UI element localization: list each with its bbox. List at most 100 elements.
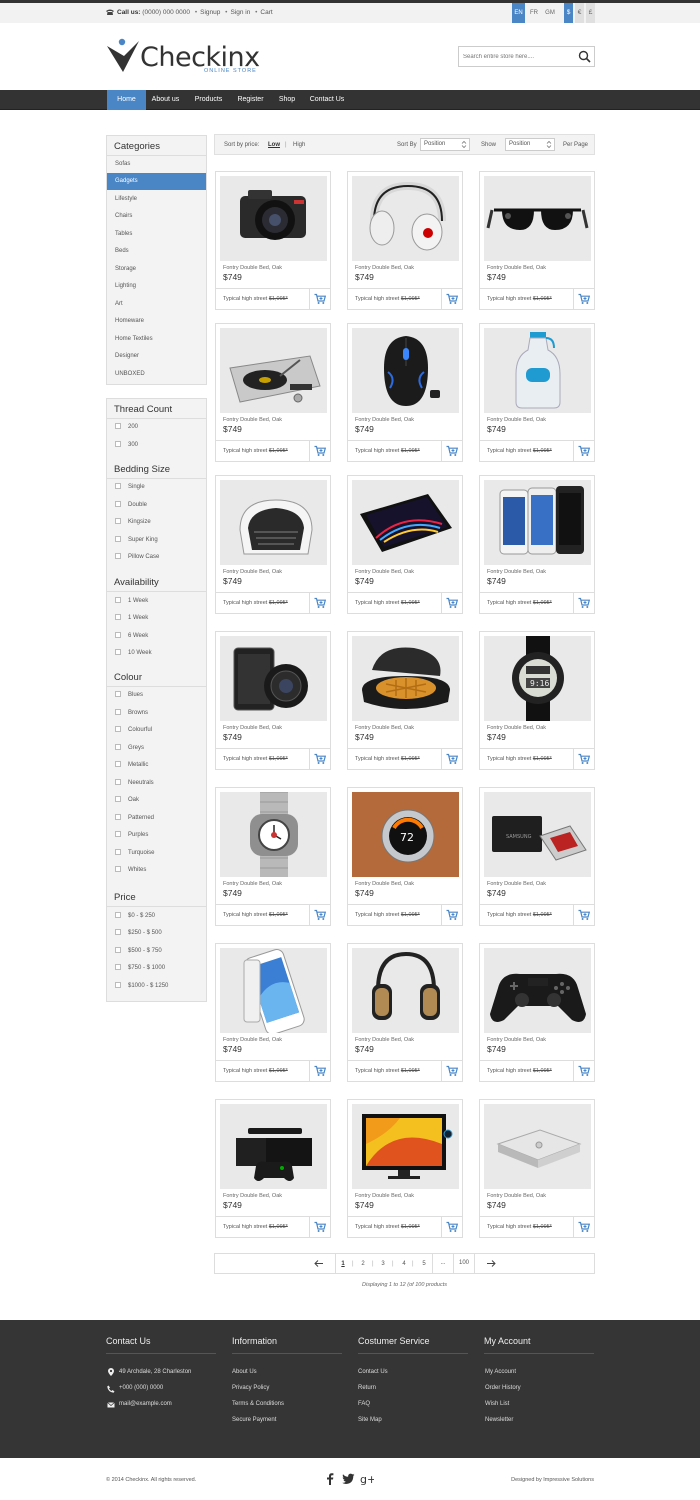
category-chairs[interactable]: Chairs [107, 208, 206, 225]
footer-link-secure-payment[interactable]: Secure Payment [232, 1417, 276, 1423]
checkbox[interactable] [115, 866, 121, 872]
checkbox[interactable] [115, 831, 121, 837]
add-to-cart-button[interactable] [441, 1061, 462, 1081]
product-card[interactable]: Fontry Double Bed, Oak $749 Typical high s… [215, 631, 331, 770]
category-sofas[interactable]: Sofas [107, 156, 206, 173]
checkbox[interactable] [115, 912, 121, 918]
checkbox[interactable] [115, 947, 121, 953]
checkbox[interactable] [115, 709, 121, 715]
product-name[interactable]: Fontry Double Bed, Oak [355, 417, 414, 423]
filter-bedding-kingsize[interactable]: Kingsize [115, 517, 151, 527]
footer-link-order-history[interactable]: Order History [485, 1385, 521, 1391]
nav-products[interactable]: Products [191, 90, 226, 110]
signup-link[interactable]: Signup [200, 9, 220, 16]
footer-link-privacy[interactable]: Privacy Policy [232, 1385, 269, 1391]
filter-bedding-pillow-case[interactable]: Pillow Case [115, 552, 159, 562]
checkbox[interactable] [115, 726, 121, 732]
product-image[interactable] [484, 480, 591, 565]
category-storage[interactable]: Storage [107, 261, 206, 278]
product-name[interactable]: Fontry Double Bed, Oak [223, 569, 282, 575]
add-to-cart-button[interactable] [441, 289, 462, 309]
product-image[interactable] [352, 480, 459, 565]
product-image[interactable]: 9:16 [484, 636, 591, 721]
page-4[interactable]: 4 [400, 1261, 408, 1267]
sort-select[interactable]: Position [420, 138, 470, 151]
filter-availability-3[interactable]: 6 Week [115, 631, 148, 641]
nav-home[interactable]: Home [107, 90, 146, 110]
product-card[interactable]: Fontry Double Bed, Oak $749 Typical high s… [215, 171, 331, 310]
category-lifestyle[interactable]: Lifestyle [107, 191, 206, 208]
filter-availability-1[interactable]: 1 Week [115, 596, 148, 606]
add-to-cart-button[interactable] [573, 593, 594, 613]
product-name[interactable]: Fontry Double Bed, Oak [355, 881, 414, 887]
product-name[interactable]: Fontry Double Bed, Oak [223, 881, 282, 887]
product-image[interactable] [352, 636, 459, 721]
product-image[interactable] [220, 328, 327, 413]
currency-usd[interactable]: $ [564, 3, 573, 23]
product-image[interactable] [484, 176, 591, 261]
checkbox[interactable] [115, 691, 121, 697]
product-image[interactable]: SAMSUNG [484, 792, 591, 877]
product-image[interactable] [352, 176, 459, 261]
cart-link[interactable]: Cart [260, 9, 272, 16]
filter-bedding-single[interactable]: Single [115, 482, 145, 492]
filter-colour-colourful[interactable]: Colourful [115, 725, 152, 735]
sort-low-link[interactable]: Low [268, 142, 280, 148]
product-name[interactable]: Fontry Double Bed, Oak [355, 1193, 414, 1199]
arrow-right-icon[interactable] [486, 1259, 496, 1268]
category-beds[interactable]: Beds [107, 243, 206, 260]
filter-availability-4[interactable]: 10 Week [115, 648, 152, 658]
footer-link-sitemap[interactable]: Site Map [358, 1417, 382, 1423]
product-card[interactable]: Fontry Double Bed, Oak $749 Typical high s… [347, 323, 463, 462]
page-1[interactable]: 1 [339, 1261, 347, 1267]
add-to-cart-button[interactable] [309, 1217, 330, 1237]
product-card[interactable]: Fontry Double Bed, Oak $749 Typical high s… [479, 323, 595, 462]
category-gadgets[interactable]: Gadgets [107, 173, 206, 190]
product-name[interactable]: Fontry Double Bed, Oak [223, 265, 282, 271]
product-card[interactable]: 9:16 Fontry Double Bed, Oak $749 Typical hi… [479, 631, 595, 770]
show-select[interactable]: Position [505, 138, 555, 151]
add-to-cart-button[interactable] [309, 905, 330, 925]
add-to-cart-button[interactable] [441, 1217, 462, 1237]
product-image[interactable]: 72 [352, 792, 459, 877]
category-homeware[interactable]: Homeware [107, 313, 206, 330]
category-art[interactable]: Art [107, 296, 206, 313]
product-image[interactable] [484, 948, 591, 1033]
checkbox[interactable] [115, 597, 121, 603]
product-name[interactable]: Fontry Double Bed, Oak [487, 1193, 546, 1199]
page-3[interactable]: 3 [379, 1261, 387, 1267]
filter-price-5[interactable]: $1000 - $ 1250 [115, 981, 168, 991]
nav-shop[interactable]: Shop [275, 90, 299, 110]
filter-price-2[interactable]: $250 - $ 500 [115, 928, 162, 938]
add-to-cart-button[interactable] [309, 441, 330, 461]
product-image[interactable] [220, 480, 327, 565]
product-card[interactable]: Fontry Double Bed, Oak $749 Typical high s… [215, 323, 331, 462]
category-tables[interactable]: Tables [107, 226, 206, 243]
product-name[interactable]: Fontry Double Bed, Oak [223, 417, 282, 423]
checkbox[interactable] [115, 483, 121, 489]
currency-gbp[interactable]: £ [586, 3, 595, 23]
filter-colour-blues[interactable]: Blues [115, 690, 143, 700]
product-card[interactable]: Fontry Double Bed, Oak $749 Typical high s… [215, 787, 331, 926]
signin-link[interactable]: Sign in [230, 9, 250, 16]
product-image[interactable] [220, 792, 327, 877]
arrow-left-icon[interactable] [314, 1259, 324, 1268]
checkbox[interactable] [115, 982, 121, 988]
filter-bedding-super-king[interactable]: Super King [115, 535, 158, 545]
filter-colour-neutrals[interactable]: Neeutrals [115, 778, 154, 788]
add-to-cart-button[interactable] [441, 441, 462, 461]
product-name[interactable]: Fontry Double Bed, Oak [487, 569, 546, 575]
footer-email[interactable]: mail@example.com [119, 1401, 172, 1407]
product-image[interactable] [220, 1104, 327, 1189]
product-name[interactable]: Fontry Double Bed, Oak [355, 569, 414, 575]
logo[interactable]: Checkinx ONLINE STORE [107, 36, 260, 76]
add-to-cart-button[interactable] [573, 441, 594, 461]
facebook-icon[interactable] [324, 1472, 336, 1485]
product-name[interactable]: Fontry Double Bed, Oak [487, 265, 546, 271]
lang-fr[interactable]: FR [527, 3, 541, 23]
checkbox[interactable] [115, 796, 121, 802]
footer-link-newsletter[interactable]: Newsletter [485, 1417, 513, 1423]
filter-colour-turquoise[interactable]: Turquoise [115, 848, 154, 858]
filter-price-3[interactable]: $500 - $ 750 [115, 946, 162, 956]
footer-link-about[interactable]: About Us [232, 1369, 257, 1375]
